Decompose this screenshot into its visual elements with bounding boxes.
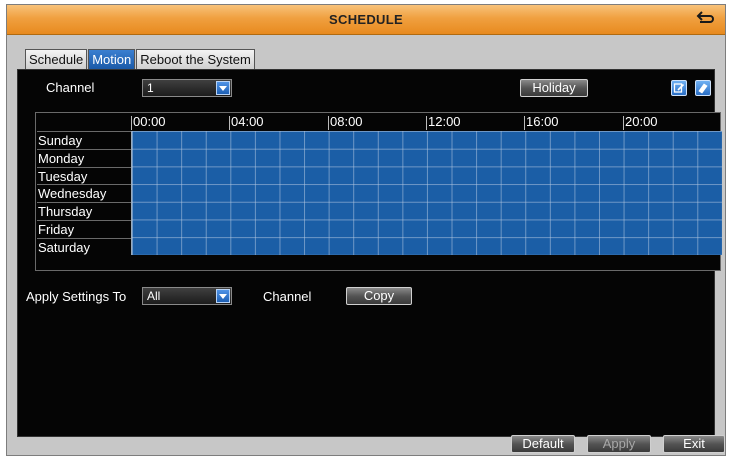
holiday-button[interactable]: Holiday [520, 79, 588, 97]
day-label-tuesday: Tuesday [37, 166, 131, 185]
tab-schedule[interactable]: Schedule [25, 49, 88, 69]
schedule-grid: 00:00 04:00 08:00 12:00 16:00 20:00 Sund… [35, 112, 722, 271]
hour-tick [229, 116, 230, 130]
tab-reboot-system[interactable]: Reboot the System [136, 49, 255, 69]
hour-tick [426, 116, 427, 130]
hour-label: 04:00 [231, 114, 264, 129]
hour-tick [623, 116, 624, 130]
hour-label: 12:00 [428, 114, 461, 129]
hour-label: 16:00 [526, 114, 559, 129]
footer-bar: Default Apply Exit [7, 435, 725, 455]
day-labels: Sunday Monday Tuesday Wednesday Thursday… [37, 131, 131, 256]
hour-label: 00:00 [133, 114, 166, 129]
hour-label: 08:00 [330, 114, 363, 129]
tab-bar: Schedule Motion Reboot the System [25, 49, 256, 69]
window-title: SCHEDULE [329, 12, 403, 27]
eraser-icon[interactable] [695, 80, 711, 96]
title-bar: SCHEDULE [7, 5, 725, 35]
schedule-cells[interactable] [131, 131, 722, 255]
day-label-thursday: Thursday [37, 202, 131, 220]
hour-label: 20:00 [625, 114, 658, 129]
apply-channel-label: Channel [263, 289, 312, 304]
apply-settings-label: Apply Settings To [26, 289, 127, 304]
hour-tick [524, 116, 525, 130]
apply-button[interactable]: Apply [587, 435, 651, 453]
apply-settings-value: All [147, 289, 161, 303]
channel-select-value: 1 [147, 81, 154, 95]
tab-motion[interactable]: Motion [88, 49, 136, 69]
channel-label: Channel [46, 80, 95, 95]
hour-tick [131, 116, 132, 130]
copy-button[interactable]: Copy [346, 287, 412, 305]
apply-settings-select[interactable]: All [142, 287, 232, 305]
hour-tick [328, 116, 329, 130]
schedule-window: SCHEDULE Schedule Motion Reboot the Syst… [6, 4, 726, 456]
edit-icon[interactable] [671, 80, 687, 96]
day-label-friday: Friday [37, 219, 131, 238]
day-label-saturday: Saturday [37, 237, 131, 256]
day-label-monday: Monday [37, 148, 131, 167]
default-button[interactable]: Default [511, 435, 575, 453]
chevron-down-icon [216, 81, 230, 95]
channel-select[interactable]: 1 [142, 79, 232, 97]
hour-header: 00:00 04:00 08:00 12:00 16:00 20:00 [131, 114, 721, 131]
back-arrow-icon[interactable] [693, 8, 717, 28]
exit-button[interactable]: Exit [663, 435, 725, 453]
chevron-down-icon [216, 289, 230, 303]
day-label-wednesday: Wednesday [37, 184, 131, 202]
schedule-panel: Channel 1 Holiday 00:00 04:00 08:00 12:0… [17, 69, 722, 437]
day-label-sunday: Sunday [37, 131, 131, 149]
